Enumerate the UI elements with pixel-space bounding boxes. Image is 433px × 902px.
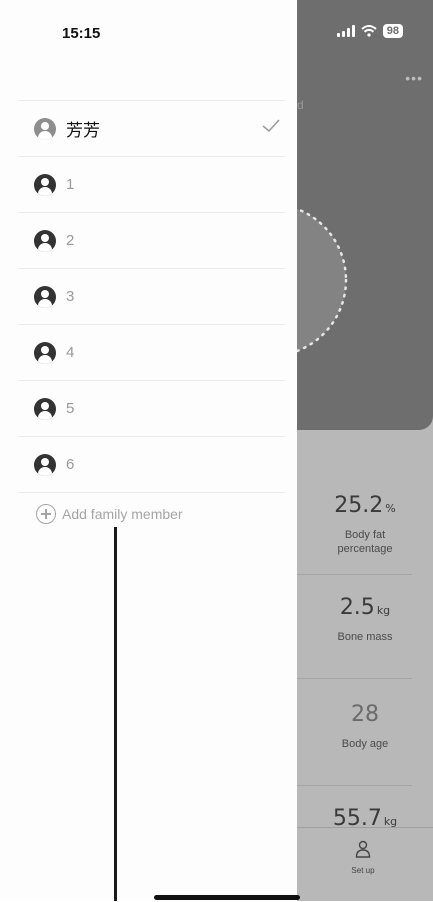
member-name: 2 bbox=[66, 232, 75, 249]
metric-label: Body fat percentage bbox=[337, 529, 393, 555]
member-name: 5 bbox=[66, 400, 75, 417]
user-avatar-icon bbox=[34, 285, 56, 308]
wifi-icon bbox=[361, 25, 377, 37]
metric-bone-mass[interactable]: 2.5 kg Bone mass bbox=[297, 595, 433, 644]
battery-indicator: 98 bbox=[382, 24, 403, 38]
tab-label: Set up bbox=[351, 866, 375, 875]
metric-value: 25.2 bbox=[334, 493, 384, 518]
more-icon[interactable]: ••• bbox=[405, 70, 423, 86]
vertical-line bbox=[114, 527, 117, 901]
metric-unit: % bbox=[385, 502, 396, 515]
member-row[interactable]: 5 bbox=[18, 380, 285, 436]
user-avatar-icon bbox=[34, 397, 56, 420]
user-avatar-icon bbox=[34, 229, 56, 252]
signal-icon bbox=[336, 25, 355, 37]
status-time: 15:15 bbox=[62, 25, 101, 42]
member-row[interactable]: 芳芳 bbox=[18, 100, 285, 156]
member-row[interactable]: 4 bbox=[18, 324, 285, 380]
divider bbox=[297, 574, 412, 575]
metric-label: Body age bbox=[341, 738, 389, 750]
status-bar-right: 98 bbox=[336, 24, 403, 38]
add-family-member-button[interactable]: Add family member bbox=[36, 504, 183, 524]
plus-circle-icon bbox=[36, 504, 56, 524]
metric-value: 28 bbox=[351, 702, 379, 727]
member-name: 4 bbox=[66, 344, 75, 361]
member-row[interactable]: 1 bbox=[18, 156, 285, 212]
member-row[interactable]: 2 bbox=[18, 212, 285, 268]
member-name: 3 bbox=[66, 288, 75, 305]
user-avatar-icon bbox=[34, 117, 56, 140]
member-name: 芳芳 bbox=[66, 121, 100, 140]
metric-label: Bone mass bbox=[337, 631, 393, 643]
metric-unit: kg bbox=[376, 604, 391, 617]
member-name: 6 bbox=[66, 456, 75, 473]
tab-bar: Set up bbox=[297, 827, 433, 902]
home-indicator[interactable] bbox=[154, 895, 300, 900]
user-avatar-icon bbox=[34, 453, 56, 476]
metric-body-fat[interactable]: 25.2% Body fat percentage bbox=[297, 493, 433, 556]
metric-value: 2.5 bbox=[339, 595, 375, 620]
user-avatar-icon bbox=[34, 341, 56, 364]
person-icon bbox=[355, 840, 371, 858]
family-drawer: 15:15 芳芳 1 2 3 4 5 6 Add family member bbox=[0, 0, 297, 901]
member-row[interactable]: 6 bbox=[18, 436, 285, 493]
member-row[interactable]: 3 bbox=[18, 268, 285, 324]
member-name: 1 bbox=[66, 176, 75, 193]
tab-set-up[interactable]: Set up bbox=[343, 840, 383, 875]
header-text-fragment: d bbox=[297, 98, 304, 112]
add-family-member-label: Add family member bbox=[62, 506, 183, 522]
user-avatar-icon bbox=[34, 173, 56, 196]
divider bbox=[297, 785, 412, 786]
divider bbox=[297, 678, 412, 679]
check-icon bbox=[262, 119, 280, 133]
metric-body-age[interactable]: 28 Body age bbox=[297, 702, 433, 751]
member-list: 芳芳 1 2 3 4 5 6 bbox=[18, 100, 285, 493]
